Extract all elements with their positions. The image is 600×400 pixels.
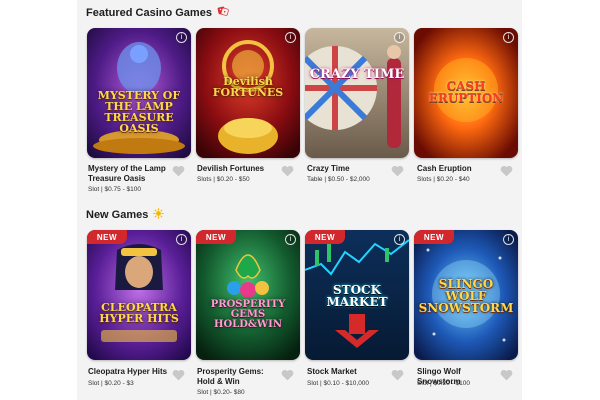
game-logo: SLINGO WOLF SNOWSTORM xyxy=(418,277,514,315)
game-meta: Slot | $0.75 - $100 xyxy=(88,186,142,193)
info-icon[interactable]: i xyxy=(503,234,514,245)
game-art xyxy=(87,230,191,360)
game-card-cash-eruption[interactable]: CASH ERUPTION i xyxy=(414,28,518,158)
game-title[interactable]: Stock Market xyxy=(307,367,387,377)
new-badge: NEW xyxy=(305,230,345,244)
game-card-crazy-time[interactable]: CRAZY TIME i xyxy=(305,28,409,158)
favorite-heart-icon[interactable] xyxy=(281,369,294,381)
game-logo: Devilish FORTUNES xyxy=(212,75,284,99)
info-icon[interactable]: i xyxy=(285,32,296,43)
favorite-heart-icon[interactable] xyxy=(500,165,513,177)
game-logo: MYSTERY OF THE LAMP TREASURE OASIS xyxy=(97,89,181,135)
game-art xyxy=(305,28,409,158)
info-icon[interactable]: i xyxy=(394,32,405,43)
game-logo: CASH ERUPTION xyxy=(428,79,504,105)
favorite-heart-icon[interactable] xyxy=(500,369,513,381)
favorite-heart-icon[interactable] xyxy=(391,369,404,381)
game-meta: Slot | $0.10 - $10,000 xyxy=(307,380,370,387)
game-title[interactable]: Devilish Fortunes xyxy=(197,164,277,174)
new-badge: NEW xyxy=(87,230,127,244)
info-icon[interactable]: i xyxy=(394,234,405,245)
game-meta: Slots | $0.20 - $50 xyxy=(197,176,250,183)
game-title[interactable]: Crazy Time xyxy=(307,164,387,174)
game-card-prosperity-gems[interactable]: PROSPERITY GEMS HOLD&WIN NEW i xyxy=(196,230,300,360)
info-icon[interactable]: i xyxy=(503,32,514,43)
game-meta: Table | $0.50 - $2,000 xyxy=(307,176,370,183)
game-meta: Slots | $0.20 - $40 xyxy=(417,176,470,183)
game-meta: Slot | $0.20- $80 xyxy=(197,389,245,396)
featured-section-title: Featured Casino Games xyxy=(86,5,229,20)
info-icon[interactable]: i xyxy=(176,234,187,245)
dice-icon xyxy=(217,5,229,20)
favorite-heart-icon[interactable] xyxy=(391,165,404,177)
sparkle-icon xyxy=(153,208,165,222)
game-logo: CLEOPATRA HYPER HITS xyxy=(99,301,179,325)
game-card-stock-market[interactable]: STOCK MARKET NEW i xyxy=(305,230,409,360)
info-icon[interactable]: i xyxy=(176,32,187,43)
featured-title-text: Featured Casino Games xyxy=(86,6,212,19)
game-title[interactable]: Cleopatra Hyper Hits xyxy=(88,367,168,377)
new-games-section-title: New Games xyxy=(86,208,165,222)
favorite-heart-icon[interactable] xyxy=(172,369,185,381)
game-logo: CRAZY TIME xyxy=(309,67,405,82)
new-badge: NEW xyxy=(196,230,236,244)
favorite-heart-icon[interactable] xyxy=(281,165,294,177)
game-title[interactable]: Prosperity Gems: Hold & Win xyxy=(197,367,277,387)
info-icon[interactable]: i xyxy=(285,234,296,245)
game-card-slingo-wolf[interactable]: SLINGO WOLF SNOWSTORM NEW i xyxy=(414,230,518,360)
new-badge: NEW xyxy=(414,230,454,244)
new-games-title-text: New Games xyxy=(86,209,149,221)
game-card-mystery-lamp[interactable]: MYSTERY OF THE LAMP TREASURE OASIS i xyxy=(87,28,191,158)
game-title[interactable]: Cash Eruption xyxy=(417,164,497,174)
game-card-devilish-fortunes[interactable]: Devilish FORTUNES i xyxy=(196,28,300,158)
game-logo: PROSPERITY GEMS HOLD&WIN xyxy=(210,299,286,330)
favorite-heart-icon[interactable] xyxy=(172,165,185,177)
game-logo: STOCK MARKET xyxy=(326,283,388,309)
game-meta: Slot | $0.20 - $3 xyxy=(88,380,134,387)
game-art xyxy=(196,230,300,360)
game-title[interactable]: Mystery of the Lamp Treasure Oasis xyxy=(88,164,168,184)
game-card-cleopatra[interactable]: CLEOPATRA HYPER HITS NEW i xyxy=(87,230,191,360)
game-meta: Slot | $0.20 - $100 xyxy=(417,380,471,387)
